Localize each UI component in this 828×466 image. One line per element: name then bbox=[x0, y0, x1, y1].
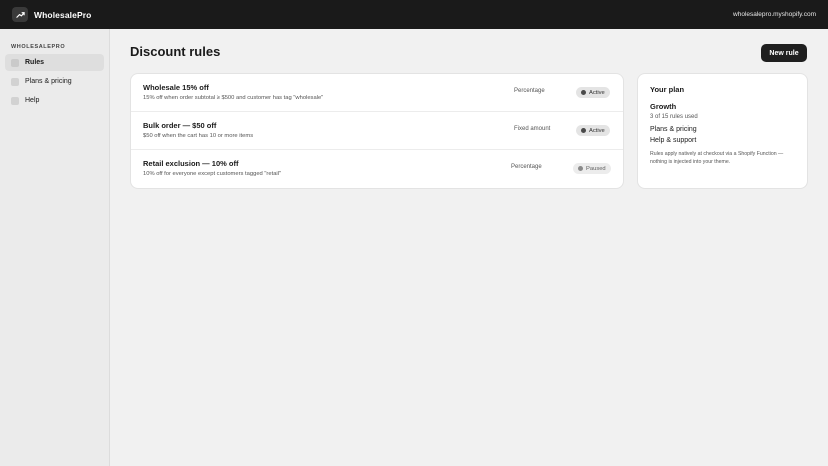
rule-title: Bulk order — $50 off bbox=[143, 121, 217, 130]
plan-note: Rules apply natively at checkout via a S… bbox=[650, 151, 784, 166]
plans-pricing-link[interactable]: Plans & pricing bbox=[650, 126, 795, 133]
rule-type: Percentage bbox=[514, 88, 545, 94]
rule-description: $50 off when the cart has 10 or more ite… bbox=[143, 133, 254, 139]
rules-icon bbox=[11, 58, 19, 67]
plan-card: Your plan Growth 3 of 15 rules used Plan… bbox=[638, 74, 807, 188]
rule-description: 15% off when order subtotal ≥ $500 and c… bbox=[143, 95, 324, 101]
rule-type: Percentage bbox=[511, 164, 542, 170]
sidebar-item-rules[interactable]: Rules bbox=[5, 54, 104, 71]
pricing-icon bbox=[11, 77, 19, 86]
sidebar-item-help[interactable]: Help bbox=[5, 92, 104, 109]
rules-list: Wholesale 15% off 15% off when order sub… bbox=[131, 74, 623, 188]
rule-type: Fixed amount bbox=[514, 126, 551, 132]
rule-description: 10% off for everyone except customers ta… bbox=[143, 171, 282, 177]
app-logo bbox=[12, 7, 28, 22]
status-label: Active bbox=[589, 89, 605, 96]
sidebar-item-label: Plans & pricing bbox=[25, 78, 72, 85]
status-dot-icon bbox=[581, 128, 586, 133]
sidebar-heading: WHOLESALEPRO bbox=[11, 44, 66, 50]
status-dot-icon bbox=[578, 166, 583, 171]
status-badge: Active bbox=[576, 125, 610, 136]
rule-title: Wholesale 15% off bbox=[143, 83, 209, 92]
store-domain[interactable]: wholesalepro.myshopify.com bbox=[733, 11, 816, 18]
status-badge: Active bbox=[576, 87, 610, 98]
rule-row[interactable]: Bulk order — $50 off $50 off when the ca… bbox=[131, 112, 623, 150]
status-badge: Paused bbox=[573, 163, 611, 174]
new-rule-button[interactable]: New rule bbox=[761, 44, 807, 62]
rule-row[interactable]: Wholesale 15% off 15% off when order sub… bbox=[131, 74, 623, 112]
help-icon bbox=[11, 96, 19, 105]
sidebar-item-label: Rules bbox=[25, 59, 45, 66]
plan-name: Growth bbox=[650, 102, 677, 111]
rule-row[interactable]: Retail exclusion — 10% off 10% off for e… bbox=[131, 150, 623, 188]
help-support-link[interactable]: Help & support bbox=[650, 137, 795, 144]
rule-title: Retail exclusion — 10% off bbox=[143, 159, 239, 168]
plan-heading: Your plan bbox=[650, 85, 685, 94]
sidebar: WHOLESALEPRO Rules Plans & pricing Help bbox=[0, 29, 110, 466]
plan-usage: 3 of 15 rules used bbox=[650, 114, 698, 120]
sidebar-item-plans-pricing[interactable]: Plans & pricing bbox=[5, 73, 104, 90]
trend-up-icon bbox=[15, 11, 25, 18]
app-name: WholesalePro bbox=[34, 9, 92, 20]
sidebar-item-label: Help bbox=[25, 97, 40, 104]
page-title: Discount rules bbox=[130, 44, 221, 59]
top-bar: WholesalePro wholesalepro.myshopify.com bbox=[0, 0, 828, 29]
status-label: Active bbox=[589, 127, 605, 134]
status-label: Paused bbox=[586, 165, 606, 172]
status-dot-icon bbox=[581, 90, 586, 95]
